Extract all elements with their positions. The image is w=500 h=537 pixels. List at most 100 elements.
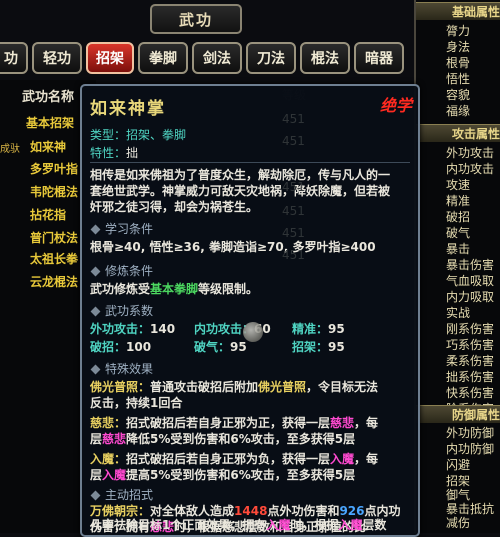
diamond-icon — [90, 364, 101, 375]
text: 降低5%受到伤害和6%攻击，至多获得5层 — [126, 432, 356, 446]
stat-label: 精准： — [292, 322, 329, 336]
attr-item: 悟性 — [446, 72, 471, 86]
skill-list-item[interactable]: 韦陀棍法 — [30, 183, 78, 200]
text: 普通攻击破招后附加 — [150, 380, 259, 394]
stat-label: 外功攻击： — [90, 322, 151, 336]
type-value: 招架、拳脚 — [126, 128, 187, 142]
effect-highlight: 佛光普照 — [258, 380, 307, 394]
effect-highlight: 慈悲 — [102, 432, 127, 446]
stat-value: 95 — [328, 322, 345, 336]
skill-rank-badge: 绝学 — [379, 96, 412, 115]
text: 时，根据 — [290, 518, 339, 532]
highlight-skill: 基本拳脚 — [150, 282, 199, 296]
skill-list-item-selected[interactable]: 如来神 — [30, 138, 66, 155]
attr-item: 根骨 — [446, 56, 471, 70]
tab-fist[interactable]: 拳脚 — [138, 42, 188, 74]
text: 等级限制。 — [198, 282, 259, 296]
effect-line: 层入魔提高5%受到伤害和6%攻击，至多获得5层 — [90, 466, 355, 483]
tab-blade[interactable]: 刀法 — [246, 42, 296, 74]
skill-list-item[interactable]: 拈花指 — [30, 206, 66, 223]
section-special-title: 特殊效果 — [90, 360, 154, 377]
text: 层 — [90, 432, 103, 446]
tab-sword[interactable]: 剑法 — [192, 42, 242, 74]
attr-item: 外功攻击 — [446, 146, 495, 160]
stat-row: 破气：95 — [194, 338, 247, 355]
stat-row: 破招：100 — [90, 338, 151, 355]
text: ，每 — [354, 452, 379, 466]
attr-item: 破气 — [446, 226, 471, 240]
trait-value: 拙 — [126, 146, 139, 160]
tab-qinggong[interactable]: 轻功 — [32, 42, 82, 74]
level-faded: 451 — [282, 248, 305, 262]
attr-item: 巧系伤害 — [446, 338, 495, 352]
attr-item: 福缘 — [446, 104, 471, 118]
text: 提高5%受到伤害和6%攻击，至多获得5层 — [126, 468, 356, 482]
text: 层 — [90, 468, 103, 482]
stat-value: 95 — [328, 340, 345, 354]
skill-desc-line: 奸邪之徒习得，却会为祸苍生。 — [90, 200, 259, 214]
text: 武功修炼受 — [90, 282, 151, 296]
attr-item: 身法 — [446, 40, 471, 54]
section-label: 武功系数 — [105, 304, 154, 318]
attr-item: 攻速 — [446, 178, 471, 192]
diamond-icon — [90, 490, 101, 501]
stat-label: 招架： — [292, 340, 329, 354]
tab-hidden-weapon[interactable]: 暗器 — [354, 42, 404, 74]
level-faded: 451 — [282, 204, 305, 218]
diamond-icon — [90, 306, 101, 317]
section-header-defense: 防御属性 — [416, 405, 500, 423]
text: ，令目标无法 — [306, 380, 379, 394]
tab-internal[interactable]: 功 — [0, 42, 28, 74]
stat-value: 100 — [126, 340, 152, 354]
category-tabs: 功 轻功 招架 拳脚 剑法 刀法 棍法 暗器 — [0, 42, 404, 74]
skill-list-item[interactable]: 太祖长拳 — [30, 250, 78, 267]
effect-name: 慈悲： — [90, 416, 127, 430]
effect-highlight: 入魔 — [102, 468, 127, 482]
attr-item: 暴击伤害 — [446, 258, 495, 272]
level-faded: 451 — [282, 134, 305, 148]
diamond-icon — [90, 266, 101, 277]
text: 招式破招后若自身正邪为正，获得一层 — [126, 416, 331, 430]
skill-trait-row: 特性：拙 — [90, 144, 138, 161]
attr-item: 闪避 — [446, 458, 471, 472]
diamond-icon — [90, 224, 101, 235]
skill-desc-line: 套绝世武学。神掌威力可敌天灾地祸，降妖除魔，但若被 — [90, 184, 391, 198]
skill-type-row: 类型：招架、拳脚 — [90, 126, 186, 143]
effect-line: 反击，持续1回合 — [90, 396, 183, 410]
attr-item: 柔系伤害 — [446, 354, 495, 368]
effect-highlight: 慈悲 — [330, 416, 355, 430]
top-tab-martial-arts[interactable]: 武功 — [150, 4, 242, 34]
skill-list-item[interactable]: 普门杖法 — [30, 229, 78, 246]
effect-line: 入魔：招式破招后若自身正邪为负，获得一层入魔，每 — [90, 450, 378, 467]
divider — [90, 162, 410, 163]
stat-row: 精准：95 — [292, 320, 345, 337]
attr-item: 破招 — [446, 210, 471, 224]
section-header-attack: 攻击属性 — [416, 124, 500, 142]
level-faded: 451 — [282, 112, 305, 126]
attr-item: 内功防御 — [446, 442, 495, 456]
attr-item: 实战 — [446, 306, 471, 320]
stat-row: 外功攻击：140 — [90, 320, 175, 337]
section-label: 特殊效果 — [105, 362, 154, 376]
effect-line: 层慈悲降低5%受到伤害和6%攻击，至多获得5层 — [90, 430, 355, 447]
attr-item: 外功防御 — [446, 426, 495, 440]
level-faded: 451 — [282, 226, 305, 240]
attr-item: 容貌 — [446, 88, 471, 102]
attr-item: 精准 — [446, 194, 471, 208]
section-label: 学习条件 — [105, 222, 154, 236]
level-faded: 451 — [282, 180, 305, 194]
skill-list-item[interactable]: 云龙棍法 — [30, 273, 78, 290]
section-active-title: 主动招式 — [90, 486, 153, 503]
effect-highlight: 入魔 — [266, 518, 291, 532]
skill-name: 如来神掌 — [90, 99, 166, 119]
stat-label: 破气： — [194, 340, 231, 354]
section-header-basic: 基础属性 — [416, 2, 500, 20]
skill-list-item[interactable]: 多罗叶指 — [30, 160, 78, 177]
tab-staff[interactable]: 棍法 — [300, 42, 350, 74]
attr-item: 减伤 — [446, 516, 471, 530]
skill-list-item[interactable]: 基本招架 — [26, 114, 74, 131]
attr-item: 快系伤害 — [446, 386, 495, 400]
cultivate-conditions: 武功修炼受基本拳脚等级限制。 — [90, 280, 258, 297]
section-learn-title: 学习条件 — [90, 220, 154, 237]
tab-parry[interactable]: 招架 — [86, 42, 134, 74]
